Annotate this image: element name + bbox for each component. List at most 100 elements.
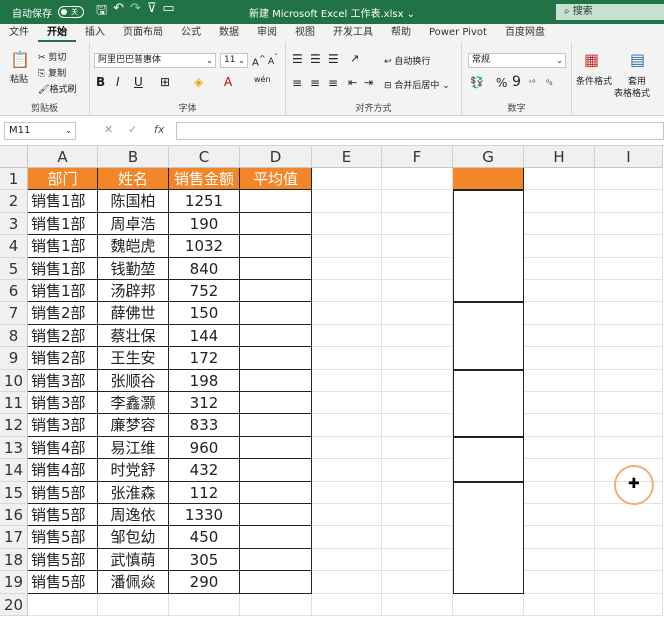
empty-cell[interactable] xyxy=(595,504,663,527)
row-header-19[interactable]: 19 xyxy=(0,571,28,594)
empty-cell[interactable] xyxy=(312,526,382,549)
search-box[interactable]: ⌕ 搜索 xyxy=(556,4,664,20)
empty-cell[interactable] xyxy=(382,347,453,370)
empty-cell[interactable] xyxy=(312,257,382,280)
name-cell[interactable]: 时党舒 xyxy=(98,459,169,482)
empty-cell[interactable] xyxy=(382,459,453,482)
name-cell[interactable]: 魏皑虎 xyxy=(98,235,169,258)
average-cell[interactable] xyxy=(240,504,312,527)
row-header-4[interactable]: 4 xyxy=(0,235,28,258)
empty-cell[interactable] xyxy=(382,436,453,460)
cancel-icon[interactable]: ✕ xyxy=(104,123,113,136)
autosave-toggle[interactable]: 关 xyxy=(58,6,84,18)
empty-cell[interactable] xyxy=(312,347,382,370)
sales-cell[interactable]: 1251 xyxy=(169,190,240,213)
header-cell-b[interactable]: 姓名 xyxy=(98,168,169,191)
tab-0[interactable]: 文件 xyxy=(0,24,38,42)
undo-icon[interactable]: ↶ xyxy=(113,1,124,23)
dept-cell[interactable]: 销售1部 xyxy=(28,212,98,236)
dept-cell[interactable]: 销售1部 xyxy=(28,235,98,258)
sales-cell[interactable]: 144 xyxy=(169,324,240,348)
sales-cell[interactable]: 833 xyxy=(169,414,240,437)
empty-cell[interactable] xyxy=(312,436,382,460)
empty-cell[interactable] xyxy=(524,369,595,392)
empty-cell[interactable] xyxy=(312,168,382,191)
indent-decrease-icon[interactable]: ⇤ xyxy=(348,76,357,89)
row-header-12[interactable]: 12 xyxy=(0,414,28,437)
name-cell[interactable]: 廉梦容 xyxy=(98,414,169,437)
empty-cell[interactable] xyxy=(524,459,595,482)
empty-cell[interactable] xyxy=(312,392,382,415)
dept-cell[interactable]: 销售1部 xyxy=(28,257,98,280)
empty-cell[interactable] xyxy=(524,481,595,504)
number-format-select[interactable]: 常规 ⌄ xyxy=(468,53,566,68)
dept-cell[interactable]: 销售5部 xyxy=(28,526,98,549)
empty-cell[interactable] xyxy=(595,369,663,392)
empty-cell[interactable] xyxy=(595,302,663,325)
column-header-f[interactable]: F xyxy=(382,146,453,168)
increase-decimal-icon[interactable]: ⁺⁰ xyxy=(528,78,535,87)
dept-cell[interactable]: 销售3部 xyxy=(28,392,98,415)
tab-2[interactable]: 插入 xyxy=(76,24,114,42)
empty-cell[interactable] xyxy=(595,548,663,572)
empty-cell[interactable] xyxy=(524,280,595,303)
name-cell[interactable]: 王生安 xyxy=(98,347,169,370)
name-cell[interactable]: 张淮森 xyxy=(98,481,169,504)
empty-cell[interactable] xyxy=(524,593,595,616)
phonetic-icon[interactable]: wén xyxy=(254,75,271,84)
empty-cell[interactable] xyxy=(312,235,382,258)
filter-icon[interactable]: ⊽ xyxy=(147,1,157,23)
empty-cell[interactable] xyxy=(524,324,595,348)
comma-icon[interactable]: 9 xyxy=(512,74,521,90)
empty-cell[interactable] xyxy=(382,324,453,348)
percent-icon[interactable]: % xyxy=(496,76,507,90)
empty-cell[interactable] xyxy=(595,392,663,415)
sales-cell[interactable]: 960 xyxy=(169,436,240,460)
empty-cell[interactable] xyxy=(595,257,663,280)
name-cell[interactable]: 周逸依 xyxy=(98,504,169,527)
average-cell[interactable] xyxy=(240,571,312,594)
empty-cell[interactable] xyxy=(312,571,382,594)
dept-cell[interactable]: 销售5部 xyxy=(28,571,98,594)
tab-6[interactable]: 审阅 xyxy=(248,24,286,42)
dept-cell[interactable]: 销售2部 xyxy=(28,347,98,370)
tab-1[interactable]: 开始 xyxy=(38,24,76,42)
decrease-font-button[interactable]: Aˇ xyxy=(268,53,278,67)
empty-cell[interactable] xyxy=(524,257,595,280)
name-cell[interactable]: 蔡壮保 xyxy=(98,324,169,348)
row-header-13[interactable]: 13 xyxy=(0,436,28,460)
sales-cell[interactable]: 305 xyxy=(169,548,240,572)
empty-cell[interactable] xyxy=(382,548,453,572)
orientation-icon[interactable]: ↗ xyxy=(350,52,359,65)
empty-cell[interactable] xyxy=(382,235,453,258)
empty-cell[interactable] xyxy=(524,302,595,325)
sales-cell[interactable]: 752 xyxy=(169,280,240,303)
align-top-icon[interactable]: ☰ xyxy=(292,52,303,66)
empty-cell[interactable] xyxy=(453,593,524,616)
empty-cell[interactable] xyxy=(382,571,453,594)
formula-input[interactable] xyxy=(176,122,664,140)
sales-cell[interactable]: 198 xyxy=(169,369,240,392)
currency-icon[interactable]: 💱 xyxy=(470,76,484,89)
empty-cell[interactable] xyxy=(595,190,663,213)
empty-cell[interactable] xyxy=(382,280,453,303)
align-right-icon[interactable]: ≡ xyxy=(328,76,338,90)
empty-cell[interactable] xyxy=(382,414,453,437)
average-cell[interactable] xyxy=(240,235,312,258)
merged-cell-g-2[interactable] xyxy=(453,302,524,370)
align-left-icon[interactable]: ≡ xyxy=(292,76,302,90)
name-box[interactable]: M11 ⌄ xyxy=(4,122,76,140)
sales-cell[interactable]: 190 xyxy=(169,212,240,236)
empty-cell[interactable] xyxy=(524,347,595,370)
sales-cell[interactable]: 112 xyxy=(169,481,240,504)
font-name-select[interactable]: 阿里巴巴普惠体 ⌄ xyxy=(94,53,216,68)
tab-9[interactable]: 帮助 xyxy=(382,24,420,42)
sales-cell[interactable]: 1330 xyxy=(169,504,240,527)
column-header-g[interactable]: G xyxy=(453,146,524,168)
empty-cell[interactable] xyxy=(524,235,595,258)
dept-cell[interactable]: 销售4部 xyxy=(28,459,98,482)
empty-cell[interactable] xyxy=(312,481,382,504)
empty-cell[interactable] xyxy=(382,526,453,549)
merged-cell-g-1[interactable] xyxy=(453,190,524,303)
empty-cell[interactable] xyxy=(382,212,453,236)
